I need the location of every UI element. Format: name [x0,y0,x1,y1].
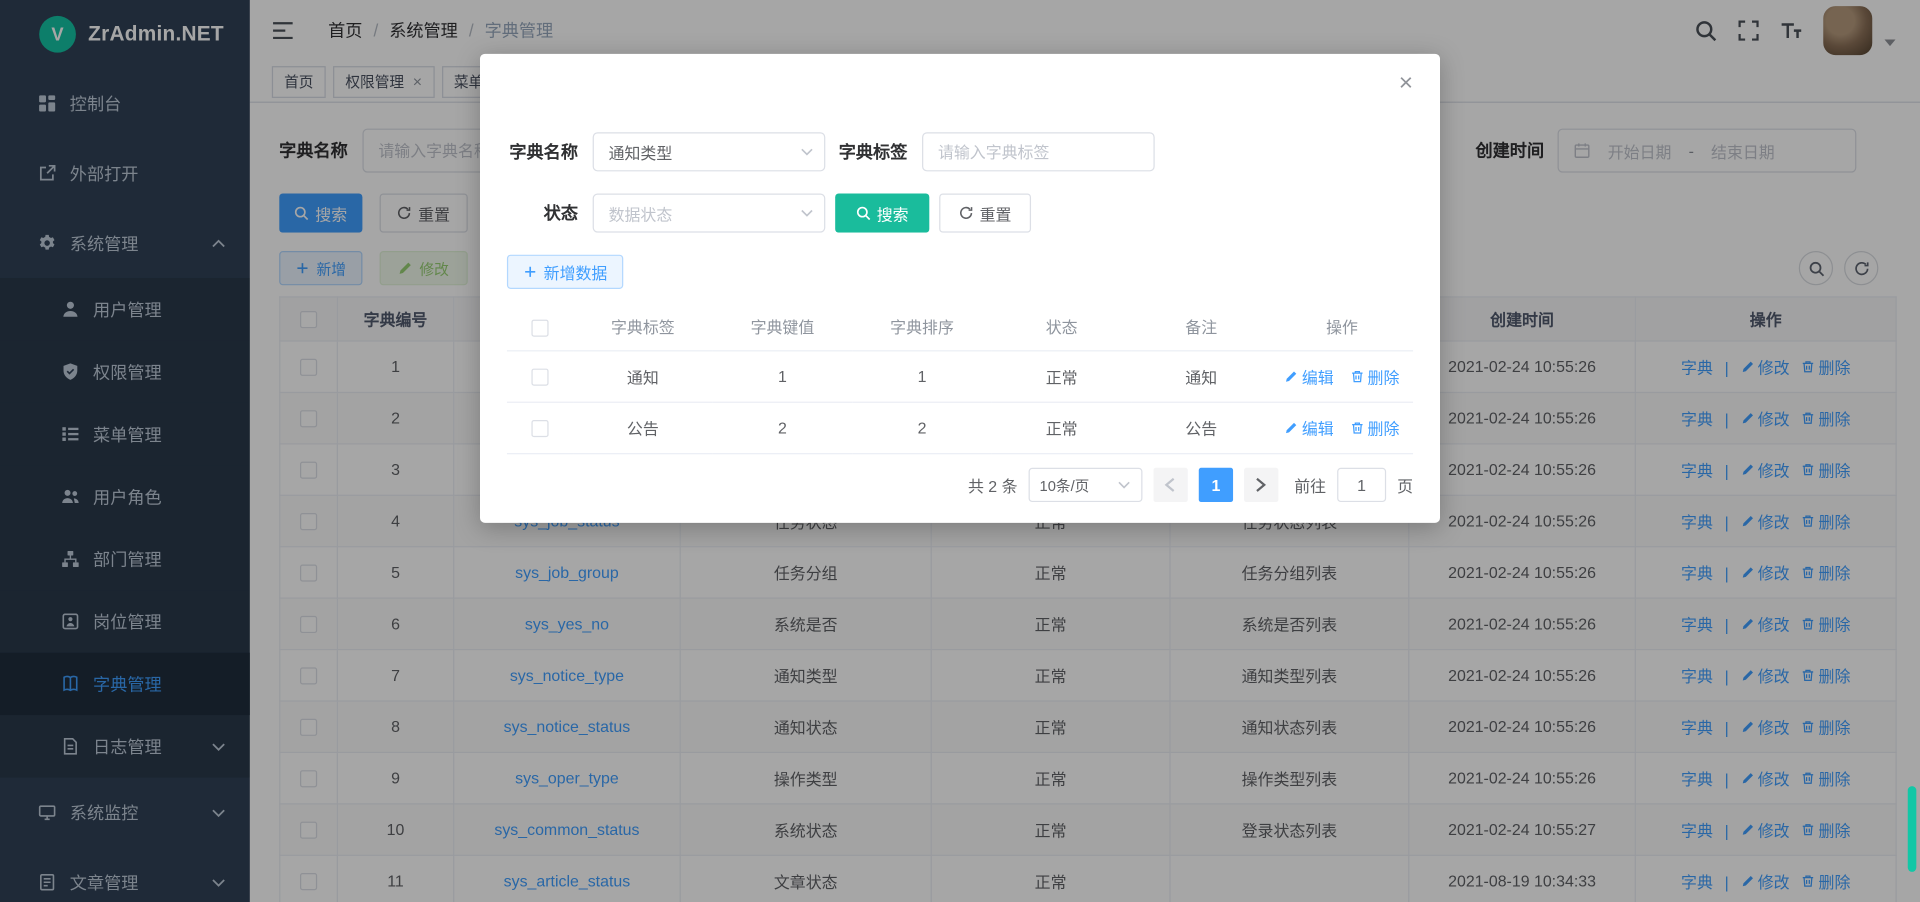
modal-reset-button[interactable]: 重置 [939,193,1031,232]
modal-col-header: 状态 [992,304,1132,351]
modal-dict-label-label: 字典标签 [825,140,922,164]
refresh-icon [959,206,974,221]
modal-table-row: 公告 2 2 正常 公告 编辑 删除 [507,402,1413,453]
cell-dict-label: 公告 [573,402,713,453]
row-checkbox[interactable] [531,420,548,437]
page-unit-label: 页 [1397,473,1413,496]
select-all-checkbox[interactable] [531,319,548,336]
close-icon[interactable]: × [1399,71,1413,95]
page-1-button[interactable]: 1 [1199,468,1233,502]
action-edit-link[interactable]: 编辑 [1285,364,1334,387]
modal-col-header: 备注 [1131,304,1271,351]
scrollbar-thumb[interactable] [1908,786,1917,872]
goto-label: 前往 [1294,473,1326,496]
pencil-icon [1285,421,1298,434]
modal-dict-name-label: 字典名称 [507,140,593,164]
status-select[interactable]: 数据状态 [593,193,826,232]
prev-page-button[interactable] [1153,468,1187,502]
modal-col-header: 字典键值 [713,304,853,351]
chevron-down-icon [1118,481,1130,488]
plus-icon [523,264,538,279]
pagination: 共 2 条 10条/页 1 前往 页 [507,468,1413,502]
cell-dict-value: 2 [713,402,853,453]
modal-search-button[interactable]: 搜索 [835,193,929,232]
action-delete-link[interactable]: 删除 [1350,364,1399,387]
cell-dict-value: 1 [713,350,853,401]
modal-table-row: 通知 1 1 正常 通知 编辑 删除 [507,350,1413,401]
pencil-icon [1285,369,1298,382]
modal-col-header: 操作 [1271,304,1413,351]
dict-data-dialog: × 字典名称 通知类型 字典标签 状态 数据状态 搜索 重置 [480,54,1440,523]
chevron-right-icon [1256,478,1267,493]
add-data-button[interactable]: 新增数据 [507,255,623,289]
cell-remark: 通知 [1131,350,1271,401]
chevron-left-icon [1165,478,1176,493]
search-icon [856,206,871,221]
app-window: V ZrAdmin.NET 控制台 外部打开 系统管理 [0,0,1920,902]
modal-status-label: 状态 [507,201,593,225]
cell-dict-label: 通知 [573,350,713,401]
modal-col-header: 字典排序 [852,304,992,351]
action-delete-link[interactable]: 删除 [1350,416,1399,439]
cell-remark: 公告 [1131,402,1271,453]
chevron-down-icon [801,148,813,155]
pagination-total: 共 2 条 [968,473,1018,496]
cell-dict-sort: 1 [852,350,992,401]
next-page-button[interactable] [1244,468,1278,502]
trash-icon [1350,421,1363,434]
dict-name-select[interactable]: 通知类型 [593,132,826,171]
dict-data-table: 字典标签字典键值字典排序状态备注操作 通知 1 1 正常 通知 [507,304,1413,454]
dict-name-select-value: 通知类型 [609,140,673,163]
chevron-down-icon [801,209,813,216]
row-checkbox[interactable] [531,368,548,385]
dict-label-input[interactable] [922,132,1155,171]
cell-status: 正常 [992,402,1132,453]
action-edit-link[interactable]: 编辑 [1285,416,1334,439]
modal-table-header-row: 字典标签字典键值字典排序状态备注操作 [507,304,1413,351]
modal-col-header: 字典标签 [573,304,713,351]
status-select-placeholder: 数据状态 [609,201,673,224]
trash-icon [1350,369,1363,382]
goto-page-input[interactable] [1337,468,1386,502]
page-size-select[interactable]: 10条/页 [1029,468,1143,502]
cell-status: 正常 [992,350,1132,401]
cell-dict-sort: 2 [852,402,992,453]
